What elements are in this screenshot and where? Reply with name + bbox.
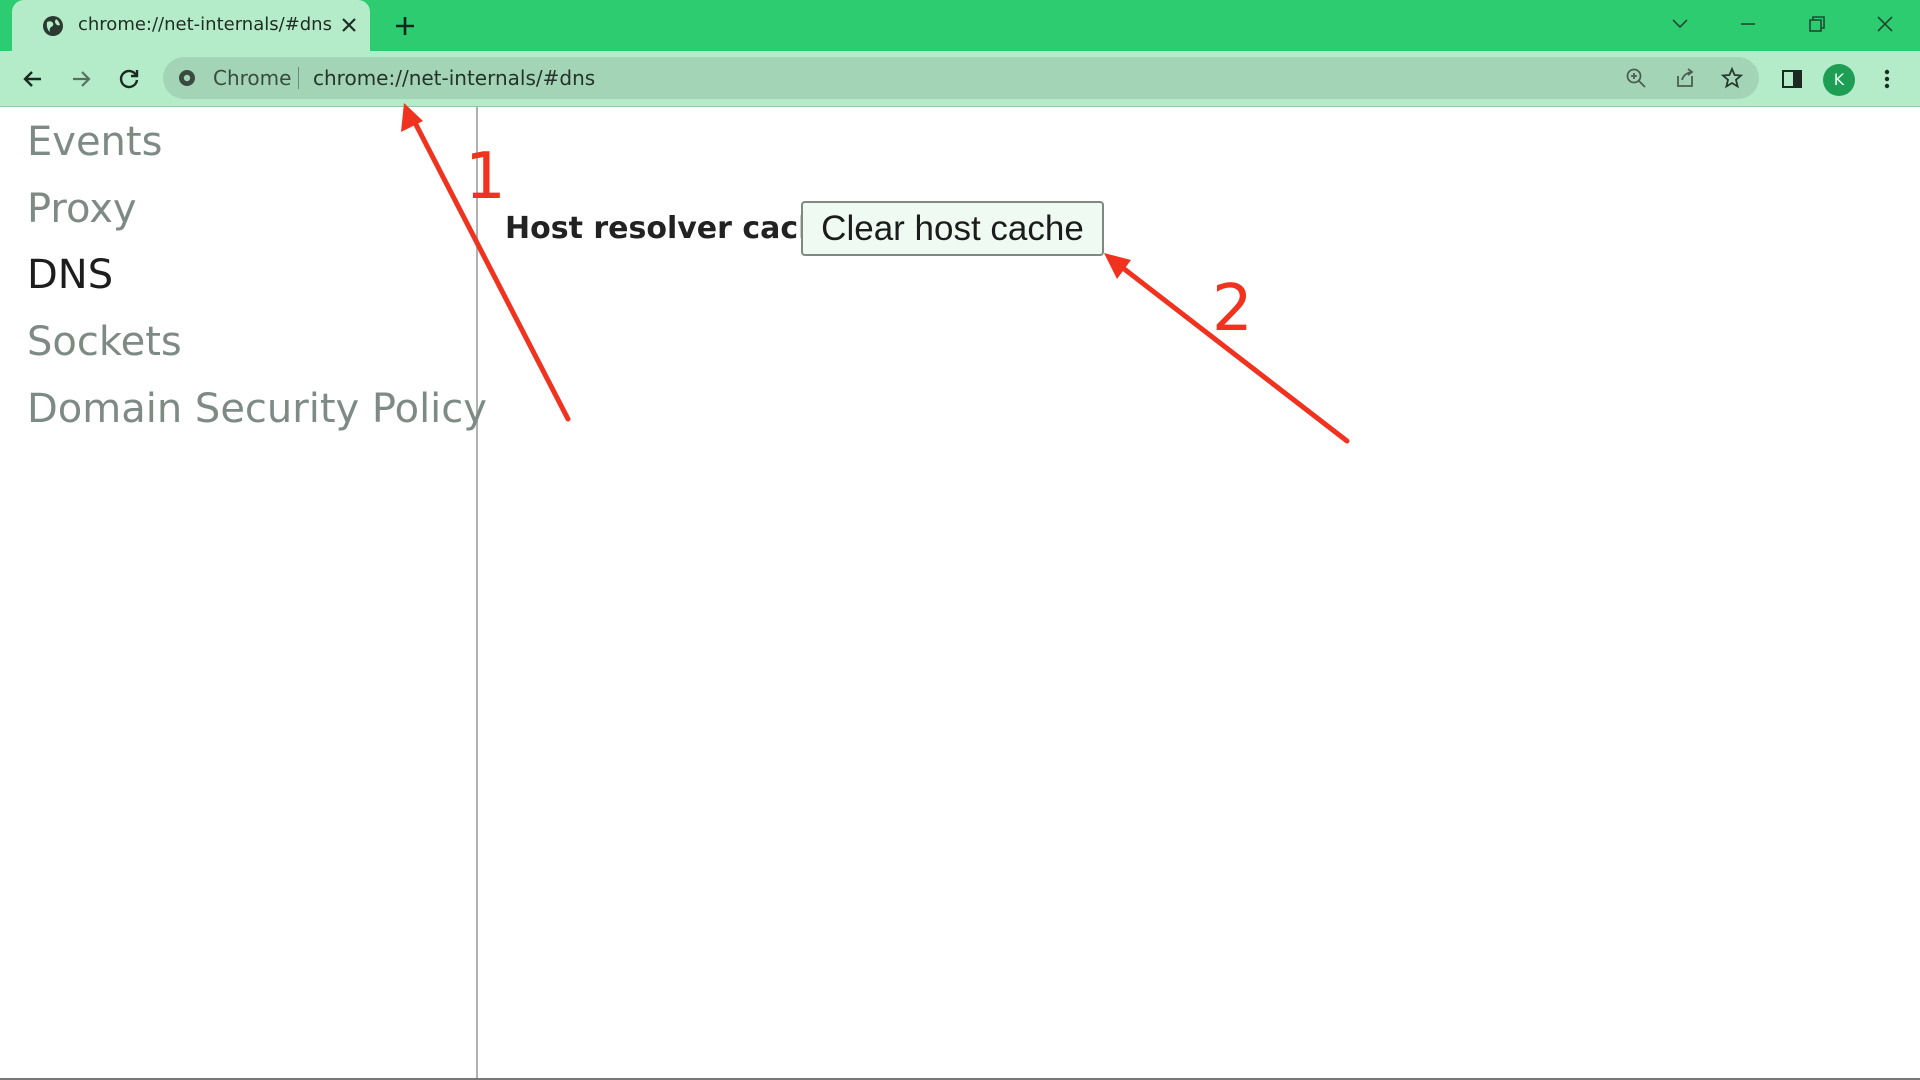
- globe-icon: [43, 16, 63, 36]
- site-chip: Chrome: [213, 66, 292, 90]
- share-icon[interactable]: [1673, 66, 1697, 90]
- zoom-icon[interactable]: [1624, 66, 1648, 90]
- plus-icon[interactable]: [392, 13, 418, 39]
- side-panel-icon[interactable]: [1778, 65, 1806, 93]
- restore-icon[interactable]: [1805, 12, 1829, 36]
- sidebar-item-sockets[interactable]: Sockets: [27, 319, 182, 365]
- more-icon[interactable]: [1873, 65, 1901, 93]
- minimize-icon[interactable]: [1736, 12, 1760, 36]
- chevron-down-icon[interactable]: [1668, 12, 1692, 36]
- tab-strip: chrome://net-internals/#dns: [0, 0, 1920, 51]
- sidebar-item-dns[interactable]: DNS: [27, 252, 113, 298]
- close-icon[interactable]: [338, 14, 360, 36]
- tab-title: chrome://net-internals/#dns: [78, 14, 332, 35]
- omnibox-divider: [298, 67, 299, 89]
- forward-icon[interactable]: [67, 65, 95, 93]
- back-icon[interactable]: [19, 65, 47, 93]
- sidebar-item-domain-security-policy[interactable]: Domain Security Policy: [27, 386, 487, 432]
- host-resolver-cache-label: Host resolver cache: [505, 211, 840, 246]
- tab-net-internals[interactable]: chrome://net-internals/#dns: [12, 0, 370, 51]
- reload-icon[interactable]: [115, 65, 143, 93]
- url-text[interactable]: chrome://net-internals/#dns: [313, 66, 595, 90]
- avatar[interactable]: K: [1823, 64, 1855, 96]
- browser-toolbar: Chrome chrome://net-internals/#dns K: [0, 51, 1920, 107]
- star-icon[interactable]: [1720, 66, 1744, 90]
- sidebar: Events Proxy DNS Sockets Domain Security…: [0, 107, 487, 1080]
- info-icon[interactable]: [177, 68, 197, 88]
- annotation-number-1: 1: [465, 140, 506, 214]
- address-bar[interactable]: Chrome chrome://net-internals/#dns: [163, 57, 1759, 99]
- annotation-number-2: 2: [1212, 272, 1253, 346]
- sidebar-item-events[interactable]: Events: [27, 119, 162, 165]
- sidebar-item-proxy[interactable]: Proxy: [27, 186, 137, 232]
- clear-host-cache-button[interactable]: Clear host cache: [801, 201, 1104, 256]
- window-close-icon[interactable]: [1873, 12, 1897, 36]
